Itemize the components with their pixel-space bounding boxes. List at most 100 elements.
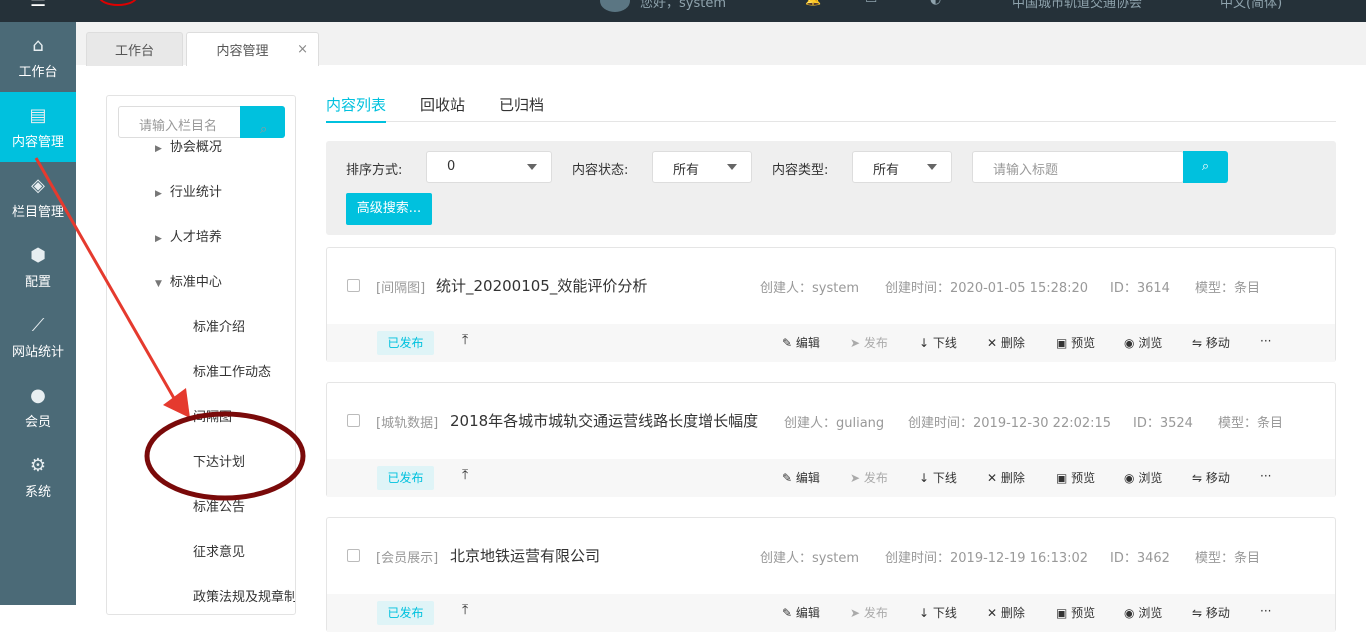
tree-node[interactable]: 标准介绍 [193, 316, 245, 335]
action-label: 编辑 [795, 336, 820, 350]
action-label: 移动 [1205, 471, 1230, 485]
gear-icon: ⚙ [29, 454, 47, 476]
cube-icon: ⬢ [30, 244, 46, 266]
item-title[interactable]: 统计_20200105_效能评价分析 [436, 275, 647, 296]
tree-node[interactable]: ▼ 标准中心 [155, 271, 222, 290]
tree-node[interactable]: ▶ 协会概况 [155, 136, 222, 155]
sidebar-item-columns[interactable]: ◈ 栏目管理 [0, 162, 76, 232]
publish-button[interactable]: ➤ 发布 [850, 604, 888, 621]
node-label: 标准中心 [169, 275, 222, 290]
delete-button[interactable]: ✕ 删除 [987, 334, 1025, 351]
action-label: 预览 [1071, 471, 1096, 485]
move-button[interactable]: ⇋ 移动 [1192, 334, 1230, 351]
tree-node[interactable]: 间隔图 [193, 406, 232, 425]
item-checkbox[interactable] [347, 279, 360, 292]
tab-workbench[interactable]: 工作台 [86, 32, 183, 66]
tree-node[interactable]: 政策法规及规章制度 [193, 586, 295, 605]
item-checkbox[interactable] [347, 414, 360, 427]
item-title[interactable]: 北京地铁运营有限公司 [450, 545, 600, 566]
more-button[interactable]: ··· [1260, 334, 1271, 348]
pin-top-icon[interactable]: ⤒ [462, 602, 468, 618]
select-value: 所有 [673, 163, 700, 178]
action-label: 浏览 [1138, 336, 1163, 350]
sidebar-item-stats[interactable]: ⟋ 网站统计 [0, 302, 76, 372]
content-item: [城轨数据] 2018年各城市城轨交通运营线路长度增长幅度 创建人：gulian… [326, 382, 1336, 497]
type-select[interactable]: 所有 [852, 151, 952, 183]
tree-node[interactable]: 征求意见 [193, 541, 245, 560]
item-creator: 创建人：system [760, 551, 859, 566]
delete-button[interactable]: ✕ 删除 [987, 469, 1025, 486]
sidebar-label: 内容管理 [11, 134, 64, 150]
action-label: 浏览 [1138, 606, 1163, 620]
tab-bar: 工作台 内容管理 × [76, 22, 1366, 66]
avatar[interactable] [600, 0, 630, 12]
tab-content-management[interactable]: 内容管理 × [186, 32, 319, 66]
edit-button[interactable]: ✎ 编辑 [782, 469, 820, 486]
advanced-search-button[interactable]: 高级搜索... [346, 193, 432, 225]
item-model: 模型：条目 [1195, 281, 1261, 296]
sidebar-item-content[interactable]: ▤ 内容管理 [0, 92, 76, 162]
tree-node[interactable]: 标准工作动态 [193, 361, 271, 380]
theme-icon[interactable]: ◐ [930, 0, 941, 7]
sidebar-item-config[interactable]: ⬢ 配置 [0, 232, 76, 302]
tab-archived[interactable]: 已归档 [499, 94, 544, 115]
item-model: 模型：条目 [1218, 416, 1284, 431]
action-label: 编辑 [795, 471, 820, 485]
tree-node[interactable]: ▶ 行业统计 [155, 181, 222, 200]
preview-button[interactable]: ▣ 预览 [1056, 334, 1095, 351]
more-button[interactable]: ··· [1260, 469, 1271, 483]
delete-button[interactable]: ✕ 删除 [987, 604, 1025, 621]
tab-label: 内容管理 [216, 44, 269, 59]
language-select[interactable]: 中文(简体) [1220, 0, 1282, 11]
item-checkbox[interactable] [347, 549, 360, 562]
tab-content-list[interactable]: 内容列表 [326, 94, 387, 123]
pin-top-icon[interactable]: ⤒ [462, 332, 468, 348]
browse-button[interactable]: ◉ 浏览 [1124, 604, 1162, 621]
offline-button[interactable]: ↓ 下线 [919, 604, 957, 621]
action-label: 删除 [1000, 471, 1025, 485]
sidebar-label: 会员 [24, 414, 51, 430]
offline-button[interactable]: ↓ 下线 [919, 334, 957, 351]
column-search-input[interactable]: 请输入栏目名 ⌕ [118, 106, 285, 138]
monitor-icon[interactable]: ▭ [865, 0, 877, 7]
item-title[interactable]: 2018年各城市城轨交通运营线路长度增长幅度 [450, 410, 758, 431]
filter-panel: 排序方式: 0 内容状态: 所有 内容类型: 所有 请输入标题 ⌕ 高级搜索..… [326, 141, 1336, 235]
sidebar-item-workbench[interactable]: ⌂ 工作台 [0, 22, 76, 92]
title-search-input[interactable]: 请输入标题 [972, 151, 1184, 183]
preview-button[interactable]: ▣ 预览 [1056, 469, 1095, 486]
edit-button[interactable]: ✎ 编辑 [782, 604, 820, 621]
more-button[interactable]: ··· [1260, 604, 1271, 618]
org-name[interactable]: 中国城市轨道交通协会 [1012, 0, 1142, 11]
search-button[interactable]: ⌕ [240, 106, 285, 138]
publish-button[interactable]: ➤ 发布 [850, 469, 888, 486]
move-button[interactable]: ⇋ 移动 [1192, 469, 1230, 486]
browse-icon: ◉ [1124, 606, 1135, 620]
move-button[interactable]: ⇋ 移动 [1192, 604, 1230, 621]
publish-icon: ➤ [850, 336, 861, 350]
user-greeting[interactable]: 您好，system [640, 0, 726, 11]
tree-node[interactable]: 下达计划 [193, 451, 245, 470]
home-icon: ⌂ [32, 34, 44, 56]
preview-button[interactable]: ▣ 预览 [1056, 604, 1095, 621]
action-label: 发布 [863, 606, 888, 620]
offline-button[interactable]: ↓ 下线 [919, 469, 957, 486]
close-icon[interactable]: × [297, 42, 308, 57]
pin-top-icon[interactable]: ⤒ [462, 467, 468, 483]
tab-recycle-bin[interactable]: 回收站 [420, 94, 465, 115]
bell-icon[interactable]: 🔔 [805, 0, 821, 7]
edit-button[interactable]: ✎ 编辑 [782, 334, 820, 351]
node-label: 协会概况 [169, 140, 222, 155]
tree-node[interactable]: ▶ 人才培养 [155, 226, 222, 245]
sidebar-item-system[interactable]: ⚙ 系统 [0, 442, 76, 512]
sort-select[interactable]: 0 [426, 151, 552, 183]
sidebar-item-members[interactable]: ● 会员 [0, 372, 76, 442]
tree-node[interactable]: 标准公告 [193, 496, 245, 515]
browse-icon: ◉ [1124, 336, 1135, 350]
publish-button[interactable]: ➤ 发布 [850, 334, 888, 351]
browse-button[interactable]: ◉ 浏览 [1124, 334, 1162, 351]
browse-icon: ◉ [1124, 471, 1135, 485]
status-select[interactable]: 所有 [652, 151, 752, 183]
browse-button[interactable]: ◉ 浏览 [1124, 469, 1162, 486]
menu-icon[interactable]: ☰ [30, 0, 46, 11]
search-button[interactable]: ⌕ [1183, 151, 1228, 183]
